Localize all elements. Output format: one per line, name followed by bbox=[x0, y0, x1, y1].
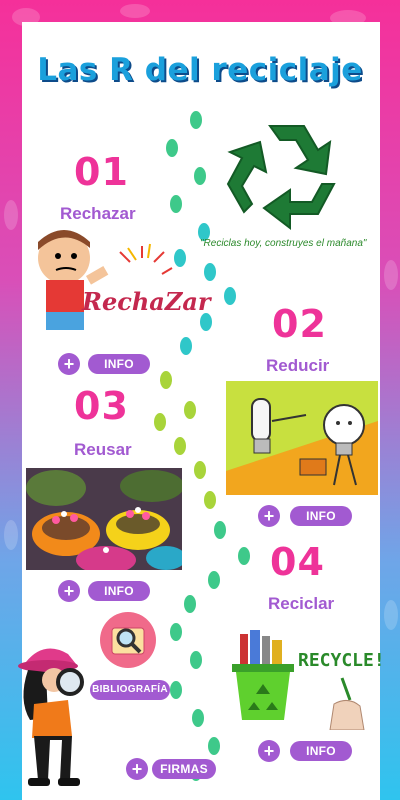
step-04-info-button[interactable]: INFO bbox=[290, 741, 352, 761]
step-01-plus-button[interactable]: + bbox=[58, 353, 80, 375]
magnifier-icon[interactable] bbox=[100, 612, 156, 668]
step-number-03: 03 bbox=[74, 384, 129, 428]
step-02-plus-button[interactable]: + bbox=[258, 505, 280, 527]
step-number-04: 04 bbox=[270, 540, 325, 584]
detective-girl-icon bbox=[18, 648, 84, 786]
step-03-info-button[interactable]: INFO bbox=[88, 581, 150, 601]
recycle-bin-illustration bbox=[228, 630, 298, 722]
slogan-text: "Reciclas hoy, construyes el mañana" bbox=[200, 238, 367, 249]
step-number-02: 02 bbox=[272, 302, 327, 346]
recycle-image-text: RECYCLE! bbox=[298, 650, 385, 671]
rechazar-image-text: RechaZar bbox=[82, 287, 211, 316]
step-04-plus-button[interactable]: + bbox=[258, 740, 280, 762]
reducir-illustration bbox=[226, 381, 378, 495]
bibliography-button[interactable]: BIBLIOGRAFÍA bbox=[90, 680, 170, 700]
step-03-plus-button[interactable]: + bbox=[58, 580, 80, 602]
reusar-illustration bbox=[26, 468, 182, 570]
step-label-reusar: Reusar bbox=[74, 440, 132, 459]
step-label-rechazar: Rechazar bbox=[60, 204, 136, 223]
step-number-01: 01 bbox=[74, 150, 129, 194]
recycle-icon bbox=[226, 125, 336, 231]
rechazar-illustration bbox=[22, 228, 174, 340]
signatures-plus-button[interactable]: + bbox=[126, 758, 148, 780]
hand-pen-illustration bbox=[329, 677, 365, 730]
page-title: Las R del reciclaje bbox=[37, 52, 363, 88]
step-02-info-button[interactable]: INFO bbox=[290, 506, 352, 526]
step-01-info-button[interactable]: INFO bbox=[88, 354, 150, 374]
signatures-button[interactable]: FIRMAS bbox=[152, 759, 216, 779]
step-label-reducir: Reducir bbox=[266, 356, 330, 375]
step-label-reciclar: Reciclar bbox=[268, 594, 335, 613]
